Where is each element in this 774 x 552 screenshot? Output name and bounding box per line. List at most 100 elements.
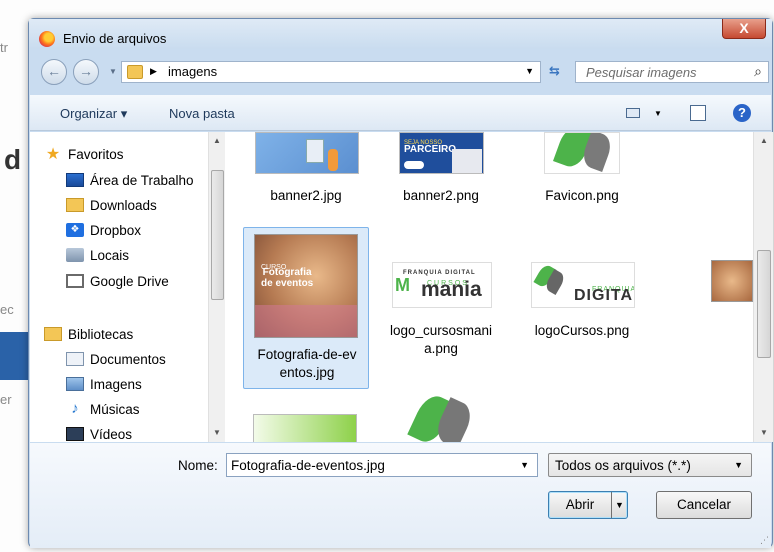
file-item[interactable] (378, 389, 504, 442)
dialog-title: Envio de arquivos (63, 31, 167, 46)
open-label: Abrir (565, 497, 595, 512)
libraries-icon (44, 327, 62, 341)
thumb-text: Fotografia (262, 267, 312, 278)
file-name-line2: a.png (424, 341, 458, 356)
folder-icon (127, 65, 143, 79)
file-thumbnail: CURSO Fotografia de eventos (254, 234, 358, 338)
file-item[interactable]: FRANQUIA DIGITAL logoCursos.png (519, 262, 645, 382)
file-thumbnail: FRANQUIA DIGITAL (531, 262, 635, 308)
bottom-panel: Nome: Fotografia-de-eventos.jpg ▼ Todos … (30, 443, 771, 548)
help-icon[interactable]: ? (733, 104, 751, 122)
file-item-selected[interactable]: CURSO Fotografia de eventos Fotografia-d… (243, 227, 369, 389)
nav-label: Locais (90, 247, 130, 263)
thumb-text: PARCEIRO (404, 144, 457, 155)
videos-icon (66, 427, 84, 441)
background-text: er (0, 392, 12, 407)
file-item[interactable] (243, 414, 369, 442)
images-icon (66, 377, 84, 391)
resize-grip-icon[interactable]: ⋰ (760, 535, 769, 546)
music-icon: ♪ (71, 400, 79, 417)
nav-item-imagens[interactable]: Imagens (66, 374, 142, 394)
file-thumbnail (544, 132, 620, 174)
scroll-up-icon[interactable]: ▲ (760, 136, 768, 145)
search-icon[interactable]: ⌕ (754, 63, 762, 80)
nav-label: Google Drive (90, 273, 169, 289)
preview-pane-icon[interactable] (690, 105, 706, 121)
back-button[interactable]: ← (41, 59, 67, 85)
background-text: d (4, 144, 22, 175)
file-thumbnail (253, 414, 357, 442)
scroll-down-icon[interactable]: ▼ (760, 428, 768, 437)
thumb-title: Fotografia de eventos (261, 267, 313, 289)
file-name-dropdown-icon[interactable]: ▼ (520, 460, 529, 470)
nav-label: Bibliotecas (68, 326, 134, 342)
close-button[interactable]: X (722, 19, 766, 39)
nav-label: Documentos (90, 351, 166, 367)
background-text: ec (0, 302, 14, 317)
address-dropdown-icon[interactable]: ▼ (525, 66, 534, 76)
nav-item-google-drive[interactable]: Google Drive (66, 271, 169, 291)
forward-button[interactable]: → (73, 59, 99, 85)
file-type-dropdown-icon[interactable]: ▼ (734, 460, 743, 470)
star-icon: ★ (45, 146, 61, 163)
nav-label: Imagens (90, 376, 142, 392)
nav-label: Favoritos (68, 146, 124, 162)
address-bar[interactable]: ▶ imagens ▼ (121, 61, 541, 83)
refresh-icon[interactable]: ⇆ (549, 63, 560, 79)
file-name-value: Fotografia-de-eventos.jpg (231, 458, 385, 473)
nav-scrollbar-thumb[interactable] (211, 170, 224, 300)
nav-item-musicas[interactable]: ♪ Músicas (66, 399, 140, 419)
nav-item-bibliotecas[interactable]: Bibliotecas (44, 324, 133, 344)
thumb-text: de eventos (261, 278, 314, 289)
file-upload-dialog: Envio de arquivos X ← → ▼ ▶ imagens ▼ ⇆ … (28, 18, 773, 548)
search-placeholder: Pesquisar imagens (586, 65, 697, 80)
files-scrollbar-thumb[interactable] (757, 250, 771, 358)
nav-item-desktop[interactable]: Área de Trabalho (66, 170, 194, 190)
file-item[interactable]: FRANQUIA DIGITAL M CURSOS mania logo_cur… (378, 262, 504, 382)
file-name: logoCursos.png (534, 323, 630, 338)
file-name-input[interactable]: Fotografia-de-eventos.jpg ▼ (226, 453, 538, 477)
organize-menu[interactable]: Organizar ▾ (60, 106, 127, 122)
file-name-line1: Fotografia-de-ev (257, 347, 357, 362)
file-item[interactable]: banner2.jpg (243, 132, 369, 212)
nav-item-downloads[interactable]: Downloads (66, 195, 157, 215)
view-mode-icon[interactable] (626, 108, 640, 118)
nav-item-locais[interactable]: Locais (66, 245, 129, 265)
view-dropdown-icon[interactable]: ▼ (654, 109, 662, 118)
breadcrumb-arrow-icon[interactable]: ▶ (150, 66, 157, 77)
file-thumbnail: SEJA NOSSO PARCEIRO (399, 132, 484, 174)
file-name-line2: entos.jpg (279, 365, 335, 380)
file-item[interactable] (709, 260, 753, 310)
command-toolbar: Organizar ▾ Nova pasta ▼ ? (30, 95, 771, 131)
open-button[interactable]: Abrir ▼ (548, 491, 628, 519)
nav-label: Área de Trabalho (90, 172, 194, 188)
nav-label: Músicas (90, 401, 140, 417)
downloads-icon (66, 198, 84, 212)
history-dropdown-icon[interactable]: ▼ (109, 67, 117, 76)
cancel-button[interactable]: Cancelar (656, 491, 752, 519)
file-type-select[interactable]: Todos os arquivos (*.*) ▼ (548, 453, 752, 477)
new-folder-button[interactable]: Nova pasta (169, 106, 235, 121)
nav-scrollbar[interactable]: ▲ ▼ (208, 132, 225, 442)
open-dropdown-icon[interactable]: ▼ (611, 492, 627, 518)
address-row: ← → ▼ ▶ imagens ▼ ⇆ Pesquisar imagens ⌕ (29, 57, 772, 85)
nav-item-videos[interactable]: Vídeos (66, 424, 132, 442)
file-item[interactable]: SEJA NOSSO PARCEIRO banner2.png (378, 132, 504, 212)
nav-label: Downloads (90, 197, 157, 213)
nav-item-dropbox[interactable]: ❖ Dropbox (66, 220, 141, 240)
nav-item-documentos[interactable]: Documentos (66, 349, 166, 369)
nav-label: Dropbox (90, 222, 142, 238)
file-type-value: Todos os arquivos (*.*) (555, 458, 691, 473)
content-area: ★ Favoritos Área de Trabalho Downloads ❖… (30, 132, 773, 442)
navigation-pane: ★ Favoritos Área de Trabalho Downloads ❖… (30, 132, 225, 442)
scroll-up-icon[interactable]: ▲ (213, 136, 221, 145)
nav-label: Vídeos (90, 426, 133, 442)
background-text: tr (0, 40, 8, 55)
file-item[interactable]: Favicon.png (519, 132, 645, 212)
breadcrumb-folder[interactable]: imagens (168, 64, 217, 79)
nav-item-favoritos[interactable]: ★ Favoritos (44, 144, 124, 164)
file-name-line1: logo_cursosmani (389, 323, 493, 338)
files-scrollbar[interactable]: ▲ ▼ (753, 132, 773, 442)
scroll-down-icon[interactable]: ▼ (213, 428, 221, 437)
search-input[interactable]: Pesquisar imagens ⌕ (575, 61, 769, 83)
